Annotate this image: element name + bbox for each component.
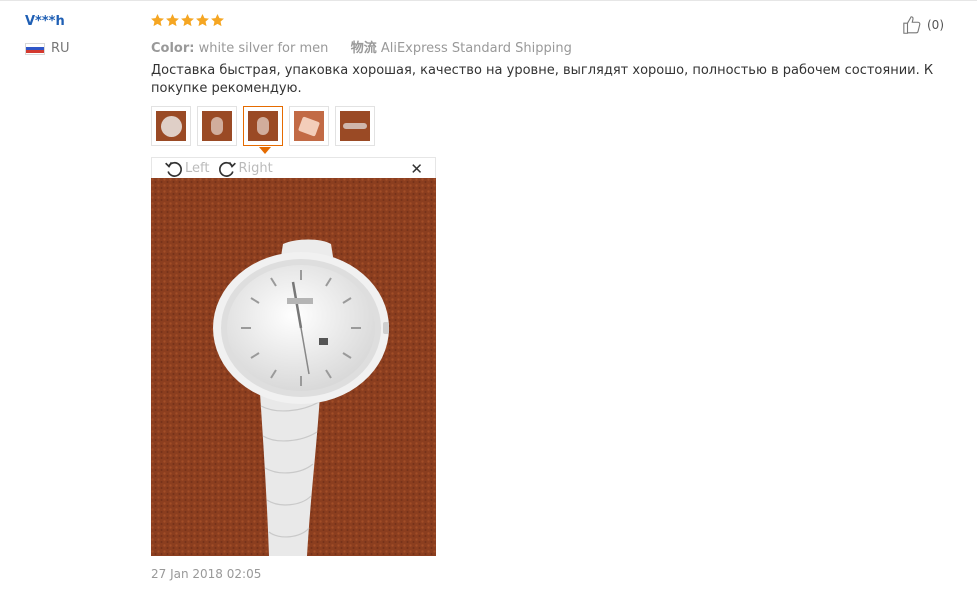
star-icon — [151, 13, 164, 27]
thumbs-up-icon — [903, 16, 921, 34]
photo-thumbnail-5[interactable] — [335, 106, 375, 146]
like-count: (0) — [927, 18, 944, 32]
color-label: Color: — [151, 41, 195, 56]
rating-stars — [150, 13, 225, 28]
star-icon — [196, 13, 209, 27]
viewer-toolbar: Left Right ✕ — [152, 158, 435, 179]
rotate-right-label: Right — [238, 161, 273, 176]
review-photo — [151, 178, 436, 556]
star-icon — [181, 13, 194, 27]
review-text: Доставка быстрая, упаковка хорошая, каче… — [151, 63, 934, 96]
like-button[interactable]: (0) — [902, 14, 944, 36]
shipping-label: 物流 — [350, 41, 377, 56]
review-date: 27 Jan 2018 02:05 — [151, 567, 262, 581]
active-thumbnail-caret — [259, 147, 271, 154]
photo-thumbnail-3[interactable] — [243, 106, 283, 146]
photo-viewer: Left Right ✕ — [151, 157, 436, 556]
rotate-left-button[interactable]: Left — [164, 159, 209, 179]
photo-thumbnail-4[interactable] — [289, 106, 329, 146]
order-meta: Color: white silver for men 物流 AliExpres… — [151, 37, 572, 56]
close-icon[interactable]: ✕ — [410, 160, 423, 178]
photo-thumbnail-1[interactable] — [151, 106, 191, 146]
rotate-right-icon — [219, 161, 237, 177]
rotate-left-label: Left — [185, 161, 210, 176]
star-icon — [166, 13, 179, 27]
reviewer-country: RU — [25, 41, 70, 56]
star-icon — [211, 13, 224, 27]
photo-thumbnails — [151, 106, 375, 146]
color-value: white silver for men — [198, 41, 329, 56]
rotate-right-button[interactable]: Right — [217, 159, 273, 179]
country-code: RU — [51, 41, 70, 56]
rotate-left-icon — [165, 161, 182, 177]
russia-flag-icon — [25, 42, 45, 55]
shipping-value: AliExpress Standard Shipping — [380, 41, 572, 56]
top-divider — [0, 0, 977, 1]
reviewer-name[interactable]: V***h — [25, 14, 65, 29]
photo-thumbnail-2[interactable] — [197, 106, 237, 146]
